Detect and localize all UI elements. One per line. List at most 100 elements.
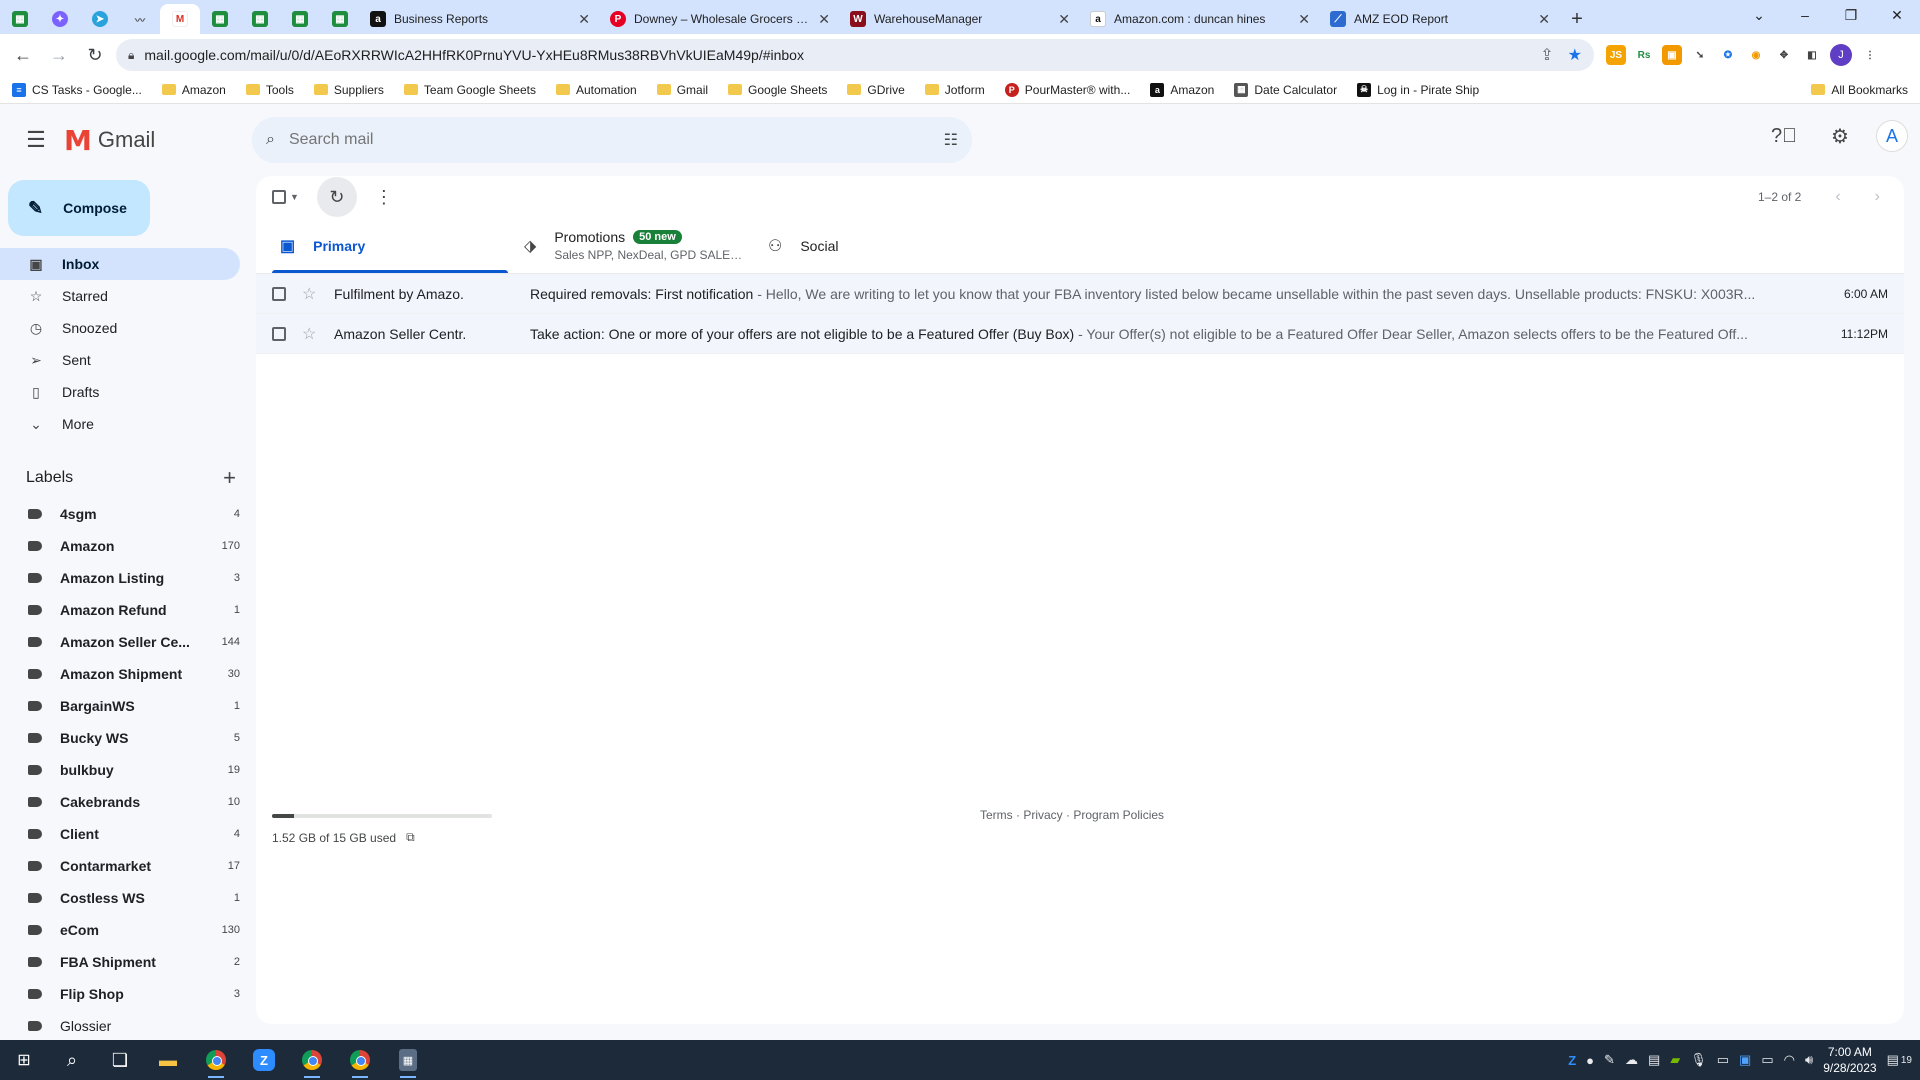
extension-orange-icon[interactable]: ◉: [1746, 45, 1766, 65]
file-explorer-icon[interactable]: ▬: [144, 1040, 192, 1080]
label-item[interactable]: FBA Shipment 2: [0, 946, 240, 978]
refresh-icon[interactable]: ↻: [316, 177, 357, 217]
tab-search-icon[interactable]: ⌄: [1736, 0, 1782, 30]
nvidia-icon[interactable]: ▰: [1670, 1052, 1680, 1068]
bookmark-item[interactable]: Tools: [245, 83, 294, 97]
prev-page-icon[interactable]: ‹: [1835, 188, 1840, 206]
sidebar-item-starred[interactable]: ☆ Starred: [0, 280, 240, 312]
pinned-tab-telegram[interactable]: ➤: [80, 4, 120, 34]
extension-arrow-icon[interactable]: ➘: [1690, 45, 1710, 65]
close-icon[interactable]: ✕: [1058, 11, 1070, 28]
pinned-tab-sheets-5[interactable]: ▦: [320, 4, 360, 34]
label-item[interactable]: Cakebrands 10: [0, 786, 240, 818]
compose-button[interactable]: ✎ Compose: [8, 180, 150, 236]
wifi-icon[interactable]: ◠: [1784, 1052, 1795, 1068]
settings-gear-icon[interactable]: ⚙: [1820, 116, 1860, 156]
tab-primary[interactable]: ▣ Primary: [264, 218, 508, 273]
bookmark-item[interactable]: a Amazon: [1150, 82, 1214, 97]
pen-tray-icon[interactable]: ✎: [1604, 1052, 1615, 1068]
pinned-tab-gmail[interactable]: M: [160, 4, 200, 34]
extension-box-icon[interactable]: ▣: [1662, 45, 1682, 65]
label-item[interactable]: Amazon Refund 1: [0, 594, 240, 626]
select-dropdown-icon[interactable]: ▼: [290, 192, 299, 202]
extension-rs-icon[interactable]: Rs: [1634, 45, 1654, 65]
bookmark-item[interactable]: Jotform: [924, 83, 985, 97]
zoom-icon[interactable]: Z: [240, 1040, 288, 1080]
bookmark-item[interactable]: Automation: [555, 83, 637, 97]
browser-tab[interactable]: W WarehouseManager ✕: [840, 4, 1080, 34]
bookmark-item[interactable]: Gmail: [656, 83, 708, 97]
url-text[interactable]: mail.google.com/mail/u/0/d/AEoRXRRWIcA2H…: [144, 47, 1530, 63]
tab-promotions[interactable]: ⬗ Promotions 50 new Sales NPP, NexDeal, …: [508, 218, 752, 273]
task-view-icon[interactable]: ❏: [96, 1040, 144, 1080]
label-item[interactable]: Bucky WS 5: [0, 722, 240, 754]
label-item[interactable]: Costless WS 1: [0, 882, 240, 914]
sidebar-item-sent[interactable]: ➢ Sent: [0, 344, 240, 376]
bluetooth-icon[interactable]: ▣: [1739, 1052, 1751, 1068]
battery-icon[interactable]: ▭: [1761, 1052, 1773, 1068]
search-icon[interactable]: ⌕: [48, 1040, 96, 1080]
star-icon[interactable]: ☆: [302, 284, 322, 304]
share-icon[interactable]: ⇪: [1540, 45, 1553, 65]
pinned-tab-sheets-3[interactable]: ▦: [240, 4, 280, 34]
open-external-icon[interactable]: ⧉: [406, 830, 415, 845]
restore-button[interactable]: ❐: [1828, 0, 1874, 30]
gmail-logo[interactable]: M Gmail: [64, 124, 252, 157]
search-options-icon[interactable]: ☷: [944, 130, 958, 150]
browser-tab[interactable]: a Business Reports ✕: [360, 4, 600, 34]
sidebar-item-drafts[interactable]: ▯ Drafts: [0, 376, 240, 408]
address-bar[interactable]: 🔒︎ mail.google.com/mail/u/0/d/AEoRXRRWIc…: [116, 39, 1594, 71]
label-item[interactable]: eCom 130: [0, 914, 240, 946]
close-icon[interactable]: ✕: [818, 11, 830, 28]
cloud-icon[interactable]: ☁: [1625, 1052, 1638, 1068]
browser-tab[interactable]: ⟋ AMZ EOD Report ✕: [1320, 4, 1560, 34]
label-item[interactable]: Flip Shop 3: [0, 978, 240, 1010]
sidebar-item-snoozed[interactable]: ◷ Snoozed: [0, 312, 240, 344]
bookmark-item[interactable]: ≡ CS Tasks - Google...: [12, 82, 142, 97]
tab-social[interactable]: ⚇ Social: [752, 218, 996, 273]
reload-button[interactable]: ↻: [80, 40, 110, 70]
email-checkbox[interactable]: [272, 286, 286, 301]
zoom-tray-icon[interactable]: Z: [1568, 1053, 1576, 1068]
bookmark-item[interactable]: ▦ Date Calculator: [1234, 82, 1337, 97]
extension-js-icon[interactable]: JS: [1606, 45, 1626, 65]
label-item[interactable]: Client 4: [0, 818, 240, 850]
label-item[interactable]: Amazon 170: [0, 530, 240, 562]
browser-tab[interactable]: a Amazon.com : duncan hines ✕: [1080, 4, 1320, 34]
search-icon[interactable]: ⌕: [266, 131, 275, 149]
close-icon[interactable]: ✕: [578, 11, 590, 28]
notification-icon[interactable]: ▤ 19: [1887, 1052, 1912, 1068]
main-menu-icon[interactable]: ☰: [12, 116, 60, 164]
label-item[interactable]: Contarmarket 17: [0, 850, 240, 882]
pinned-tab-messenger[interactable]: ✦: [40, 4, 80, 34]
back-button[interactable]: ←: [8, 40, 38, 70]
help-icon[interactable]: ?⃝: [1764, 116, 1804, 156]
label-item[interactable]: 4sgm 4: [0, 498, 240, 530]
close-icon[interactable]: ✕: [1298, 11, 1310, 28]
browser-menu-icon[interactable]: ⋮: [1860, 45, 1880, 65]
email-row[interactable]: ☆ Amazon Seller Centr. Take action: One or…: [256, 314, 1904, 354]
all-bookmarks[interactable]: All Bookmarks: [1811, 83, 1908, 97]
minimize-button[interactable]: –: [1782, 0, 1828, 30]
account-avatar[interactable]: A: [1876, 120, 1908, 152]
pinned-tab-wave[interactable]: 〰: [120, 4, 160, 34]
extension-circle-icon[interactable]: ✪: [1718, 45, 1738, 65]
label-item[interactable]: Amazon Seller Ce... 144: [0, 626, 240, 658]
pinned-tab-sheets-4[interactable]: ▦: [280, 4, 320, 34]
volume-icon[interactable]: 🔊︎: [1805, 1052, 1813, 1068]
bookmark-item[interactable]: Google Sheets: [728, 83, 827, 97]
search-input[interactable]: [288, 131, 930, 149]
sidebar-item-more[interactable]: ⌄ More: [0, 408, 240, 440]
email-checkbox[interactable]: [272, 326, 286, 341]
chrome-icon[interactable]: [192, 1040, 240, 1080]
star-icon[interactable]: ☆: [302, 324, 322, 344]
more-options-icon[interactable]: ⋮: [375, 187, 393, 208]
pinned-tab-sheets[interactable]: ▦: [0, 4, 40, 34]
label-item[interactable]: Amazon Shipment 30: [0, 658, 240, 690]
label-item[interactable]: Glossier: [0, 1010, 240, 1040]
label-item[interactable]: bulkbuy 19: [0, 754, 240, 786]
chrome-tray-icon[interactable]: ●: [1586, 1053, 1594, 1068]
browser-tab[interactable]: P Downey – Wholesale Grocers & ... ✕: [600, 4, 840, 34]
bookmark-item[interactable]: Amazon: [161, 83, 226, 97]
display-icon[interactable]: ▭: [1717, 1052, 1729, 1068]
